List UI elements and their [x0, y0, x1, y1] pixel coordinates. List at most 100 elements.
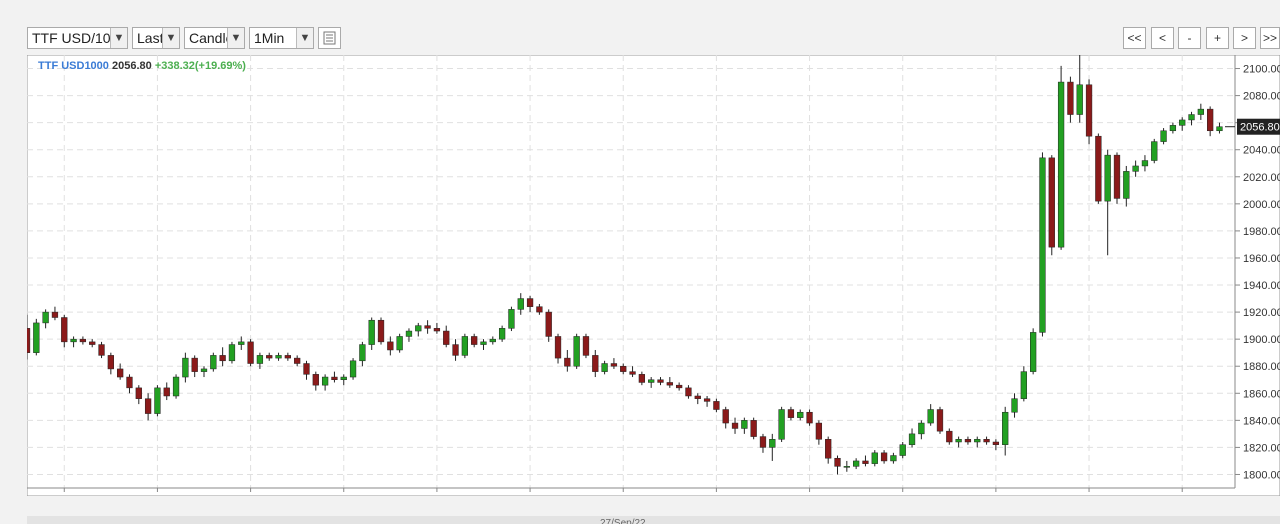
- candle-body: [880, 452, 888, 462]
- candle-body: [582, 336, 590, 356]
- candle-body: [303, 363, 310, 375]
- candle-body: [498, 328, 506, 340]
- candle-up: [778, 406, 785, 442]
- y-tick-label: 1920.00: [1243, 307, 1280, 319]
- symbol-select[interactable]: TTF USD/1000 ▼: [27, 27, 128, 49]
- candle-body: [89, 341, 96, 345]
- candle-body: [1057, 81, 1065, 248]
- candle-body: [489, 338, 496, 343]
- price-type-select[interactable]: Last ▼: [132, 27, 180, 49]
- legend-price: 2056.80: [111, 60, 152, 72]
- candle-body: [135, 387, 142, 399]
- y-tick-label: 2020.00: [1243, 172, 1280, 184]
- candle-body: [657, 379, 664, 383]
- candle-body: [741, 420, 748, 429]
- candle-body: [1113, 154, 1121, 199]
- candle-body: [443, 330, 450, 345]
- candle-body: [1076, 84, 1083, 115]
- candle-body: [927, 409, 934, 424]
- scroll-forward-button[interactable]: >: [1233, 27, 1256, 49]
- y-tick-label: 1840.00: [1243, 415, 1280, 427]
- candle-body: [200, 368, 208, 372]
- candle-body: [1085, 84, 1093, 137]
- scroll-last-button[interactable]: >>: [1260, 27, 1280, 49]
- y-tick-label: 1960.00: [1243, 253, 1280, 265]
- chart-type-select[interactable]: Candle ▼: [184, 27, 245, 49]
- candle-body: [1104, 154, 1111, 202]
- candle-body: [1151, 141, 1158, 161]
- zoom-out-button[interactable]: -: [1178, 27, 1201, 49]
- candle-down: [1085, 79, 1093, 145]
- candle-up: [154, 385, 161, 417]
- y-tick-label: 1900.00: [1243, 334, 1280, 346]
- candle-body: [890, 455, 897, 462]
- scroll-back-button[interactable]: <: [1151, 27, 1174, 49]
- candle-body: [666, 382, 673, 386]
- candle-up: [396, 333, 403, 353]
- zoom-in-button[interactable]: +: [1206, 27, 1229, 49]
- candle-up: [210, 352, 217, 372]
- chevron-down-icon: ▼: [296, 28, 313, 48]
- candle-body: [172, 376, 180, 397]
- candle-up: [1057, 65, 1065, 250]
- candle-body: [126, 376, 133, 389]
- candle-body: [638, 374, 646, 383]
- candle-up: [508, 306, 515, 332]
- candle-body: [825, 439, 832, 459]
- candle-body: [853, 460, 860, 467]
- candle-body: [545, 311, 552, 337]
- candle-body: [1020, 371, 1027, 399]
- candle-body: [238, 341, 245, 345]
- candle-body: [871, 452, 878, 464]
- time-scrollbar[interactable]: [27, 516, 1280, 524]
- candle-body: [424, 325, 431, 329]
- chart-area[interactable]: 1800.00 1820.00 1840.00 1860.00 1880.00 1900.…: [23, 54, 1280, 510]
- candle-body: [33, 322, 40, 353]
- candle-body: [722, 409, 729, 424]
- candle-body: [480, 341, 487, 345]
- candle-down: [1095, 133, 1102, 204]
- candle-body: [1188, 114, 1195, 121]
- candle-body: [1132, 165, 1139, 172]
- candle-up: [1020, 366, 1027, 402]
- candle-body: [908, 433, 916, 445]
- candle-body: [526, 298, 534, 307]
- candle-up: [1039, 152, 1046, 337]
- indicators-button[interactable]: [318, 27, 341, 49]
- candle-body: [331, 376, 338, 381]
- legend-change: +338.32(+19.69%): [154, 60, 246, 72]
- y-tick-label: 1940.00: [1243, 280, 1280, 292]
- candle-body: [471, 336, 478, 345]
- candle-body: [787, 409, 795, 418]
- candle-down: [582, 333, 590, 359]
- date-label: 27/Sep/22: [600, 518, 646, 524]
- y-tick-label: 1880.00: [1243, 361, 1280, 373]
- scroll-first-button[interactable]: <<: [1123, 27, 1146, 49]
- candle-body: [703, 398, 711, 402]
- chevron-down-icon: ▼: [227, 28, 244, 48]
- candle-body: [294, 357, 301, 364]
- candle-body: [1095, 135, 1102, 202]
- y-tick-label: 2080.00: [1243, 91, 1280, 103]
- candle-body: [117, 368, 124, 378]
- candle-down: [1048, 155, 1055, 256]
- candle-body: [517, 298, 524, 310]
- chart-legend: TTF USD1000 2056.80 +338.32(+19.69%): [38, 60, 246, 72]
- candle-body: [247, 341, 254, 364]
- candle-up: [1151, 138, 1158, 164]
- interval-select[interactable]: 1Min ▼: [249, 27, 314, 49]
- current-price-label: 2056.80: [1240, 122, 1280, 134]
- candle-body: [1123, 171, 1130, 199]
- candle-body: [415, 325, 422, 332]
- candle-body: [321, 376, 329, 386]
- y-tick-label: 1820.00: [1243, 442, 1280, 454]
- candle-up: [461, 333, 468, 359]
- candle-down: [377, 317, 385, 345]
- candle-body: [1141, 160, 1149, 167]
- candle-body: [1048, 157, 1055, 248]
- candle-body: [936, 409, 944, 432]
- candle-body: [992, 441, 1000, 445]
- y-tick-label: 2000.00: [1243, 199, 1280, 211]
- candle-body: [731, 422, 739, 429]
- candle-body: [964, 439, 972, 443]
